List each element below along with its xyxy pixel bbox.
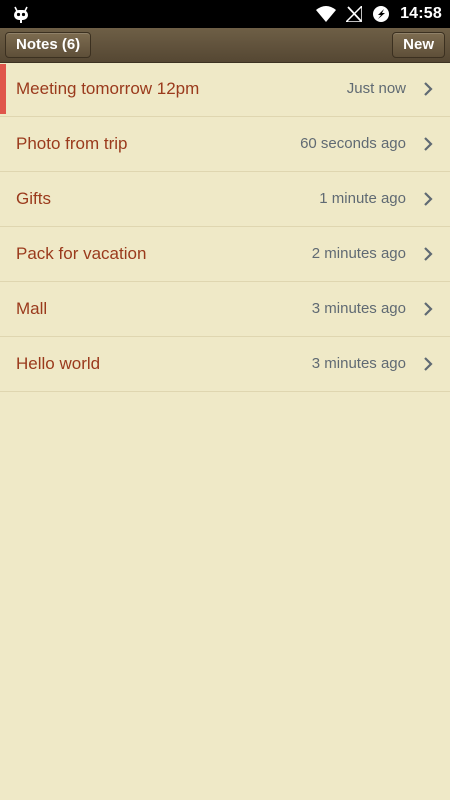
new-note-button[interactable]: New [392, 32, 445, 58]
clock: 14:58 [400, 5, 442, 22]
note-item[interactable]: Gifts 1 minute ago [0, 172, 450, 227]
note-timestamp: 3 minutes ago [311, 355, 406, 372]
sync-icon [372, 5, 390, 23]
note-timestamp: 2 minutes ago [311, 245, 406, 262]
note-timestamp: 60 seconds ago [300, 135, 406, 152]
note-title: Gifts [16, 189, 51, 208]
chevron-right-icon [422, 82, 434, 96]
wifi-icon [316, 6, 337, 22]
notes-list: Meeting tomorrow 12pm Just now Photo fro… [0, 62, 450, 392]
chevron-right-icon [422, 357, 434, 371]
chevron-right-icon [422, 247, 434, 261]
note-item[interactable]: Photo from trip 60 seconds ago [0, 117, 450, 172]
note-title: Pack for vacation [16, 244, 147, 263]
notes-count-button[interactable]: Notes (6) [5, 32, 92, 58]
note-item[interactable]: Pack for vacation 2 minutes ago [0, 227, 450, 282]
note-title: Meeting tomorrow 12pm [16, 79, 200, 98]
no-signal-icon [346, 6, 363, 22]
chevron-right-icon [422, 302, 434, 316]
note-item[interactable]: Mall 3 minutes ago [0, 282, 450, 337]
status-bar: 14:58 [0, 0, 450, 28]
note-item[interactable]: Meeting tomorrow 12pm Just now [0, 62, 450, 117]
note-timestamp: 1 minute ago [319, 190, 406, 207]
note-title: Mall [16, 299, 48, 318]
chevron-right-icon [422, 192, 434, 206]
note-title: Hello world [16, 354, 101, 373]
toolbar: Notes (6) New [0, 28, 450, 63]
note-timestamp: Just now [346, 80, 406, 97]
android-debug-icon [12, 4, 30, 24]
note-timestamp: 3 minutes ago [311, 300, 406, 317]
chevron-right-icon [422, 137, 434, 151]
note-title: Photo from trip [16, 134, 128, 153]
note-item[interactable]: Hello world 3 minutes ago [0, 337, 450, 392]
